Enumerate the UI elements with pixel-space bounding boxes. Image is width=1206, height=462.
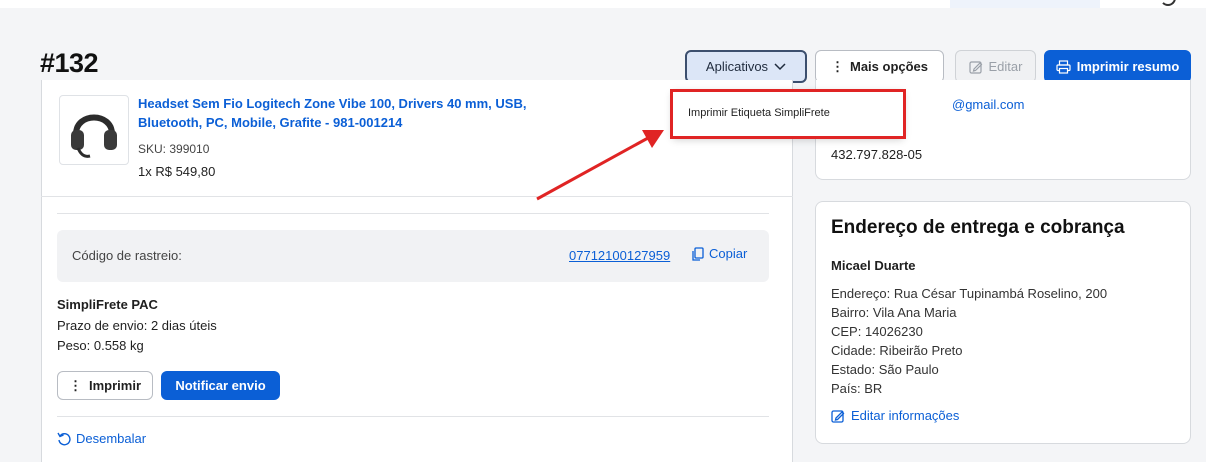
customer-document: 432.797.828-05 — [831, 147, 923, 162]
shipment-divider — [57, 213, 769, 214]
more-options-button[interactable]: ⋮ Mais opções — [815, 50, 944, 83]
copy-label: Copiar — [709, 246, 748, 261]
product-sku: SKU: 399010 — [138, 142, 210, 156]
actions-divider — [57, 416, 769, 417]
shipping-method: SimpliFrete PAC — [57, 297, 158, 312]
shipping-deadline: Prazo de envio: 2 dias úteis — [57, 318, 217, 333]
address-country: País: BR — [831, 381, 883, 396]
address-street: Endereço: Rua César Tupinambá Roselino, … — [831, 286, 1108, 301]
kebab-icon: ⋮ — [830, 58, 844, 74]
printer-icon — [1056, 59, 1071, 74]
unpack-link[interactable]: Desembalar — [57, 431, 146, 446]
print-summary-button[interactable]: Imprimir resumo — [1044, 50, 1191, 83]
product-quantity-price: 1x R$ 549,80 — [138, 164, 216, 179]
print-label-button[interactable]: ⋮ Imprimir — [57, 371, 153, 400]
page-title: #132 — [40, 48, 99, 78]
chevron-down-icon — [774, 62, 786, 70]
copy-icon — [692, 246, 704, 261]
edit-label: Editar — [988, 59, 1023, 74]
edit-button[interactable]: Editar — [955, 50, 1036, 83]
edit-address-label: Editar informações — [851, 408, 960, 423]
loading-icon — [1160, 0, 1176, 6]
product-name-link[interactable]: Headset Sem Fio Logitech Zone Vibe 100, … — [138, 94, 558, 132]
pencil-icon — [968, 60, 982, 74]
address-state: Estado: São Paulo — [831, 362, 939, 377]
notify-shipment-button[interactable]: Notificar envio — [161, 371, 280, 400]
items-divider — [41, 196, 793, 197]
undo-icon — [57, 432, 71, 445]
top-strip — [0, 0, 1206, 8]
shipping-weight: Peso: 0.558 kg — [57, 338, 144, 353]
kebab-icon: ⋮ — [68, 377, 82, 393]
headset-icon — [71, 114, 117, 158]
apps-button-label: Aplicativos — [705, 59, 769, 74]
tracking-code-link[interactable]: 07712100127959 — [569, 248, 670, 263]
apps-dropdown-button[interactable]: Aplicativos — [685, 50, 807, 83]
address-title: Endereço de entrega e cobrança — [831, 217, 1125, 238]
print-summary-label: Imprimir resumo — [1076, 59, 1180, 74]
print-label: Imprimir — [88, 378, 141, 393]
customer-email-link[interactable]: @gmail.com — [952, 97, 1024, 112]
edit-address-link[interactable]: Editar informações — [831, 408, 959, 423]
tracking-label: Código de rastreio: — [72, 248, 182, 263]
pencil-icon — [831, 409, 845, 423]
more-options-label: Mais opções — [849, 59, 929, 74]
address-district: Bairro: Vila Ana Maria — [831, 305, 957, 320]
address-zip: CEP: 14026230 — [831, 324, 923, 339]
unpack-label: Desembalar — [76, 431, 147, 446]
address-city: Cidade: Ribeirão Preto — [831, 343, 963, 358]
copy-tracking-button[interactable]: Copiar — [692, 246, 747, 261]
annotation-highlight-box — [670, 89, 906, 139]
product-image[interactable] — [59, 95, 129, 165]
address-name: Micael Duarte — [831, 258, 916, 273]
top-strip-highlight — [950, 0, 1100, 8]
